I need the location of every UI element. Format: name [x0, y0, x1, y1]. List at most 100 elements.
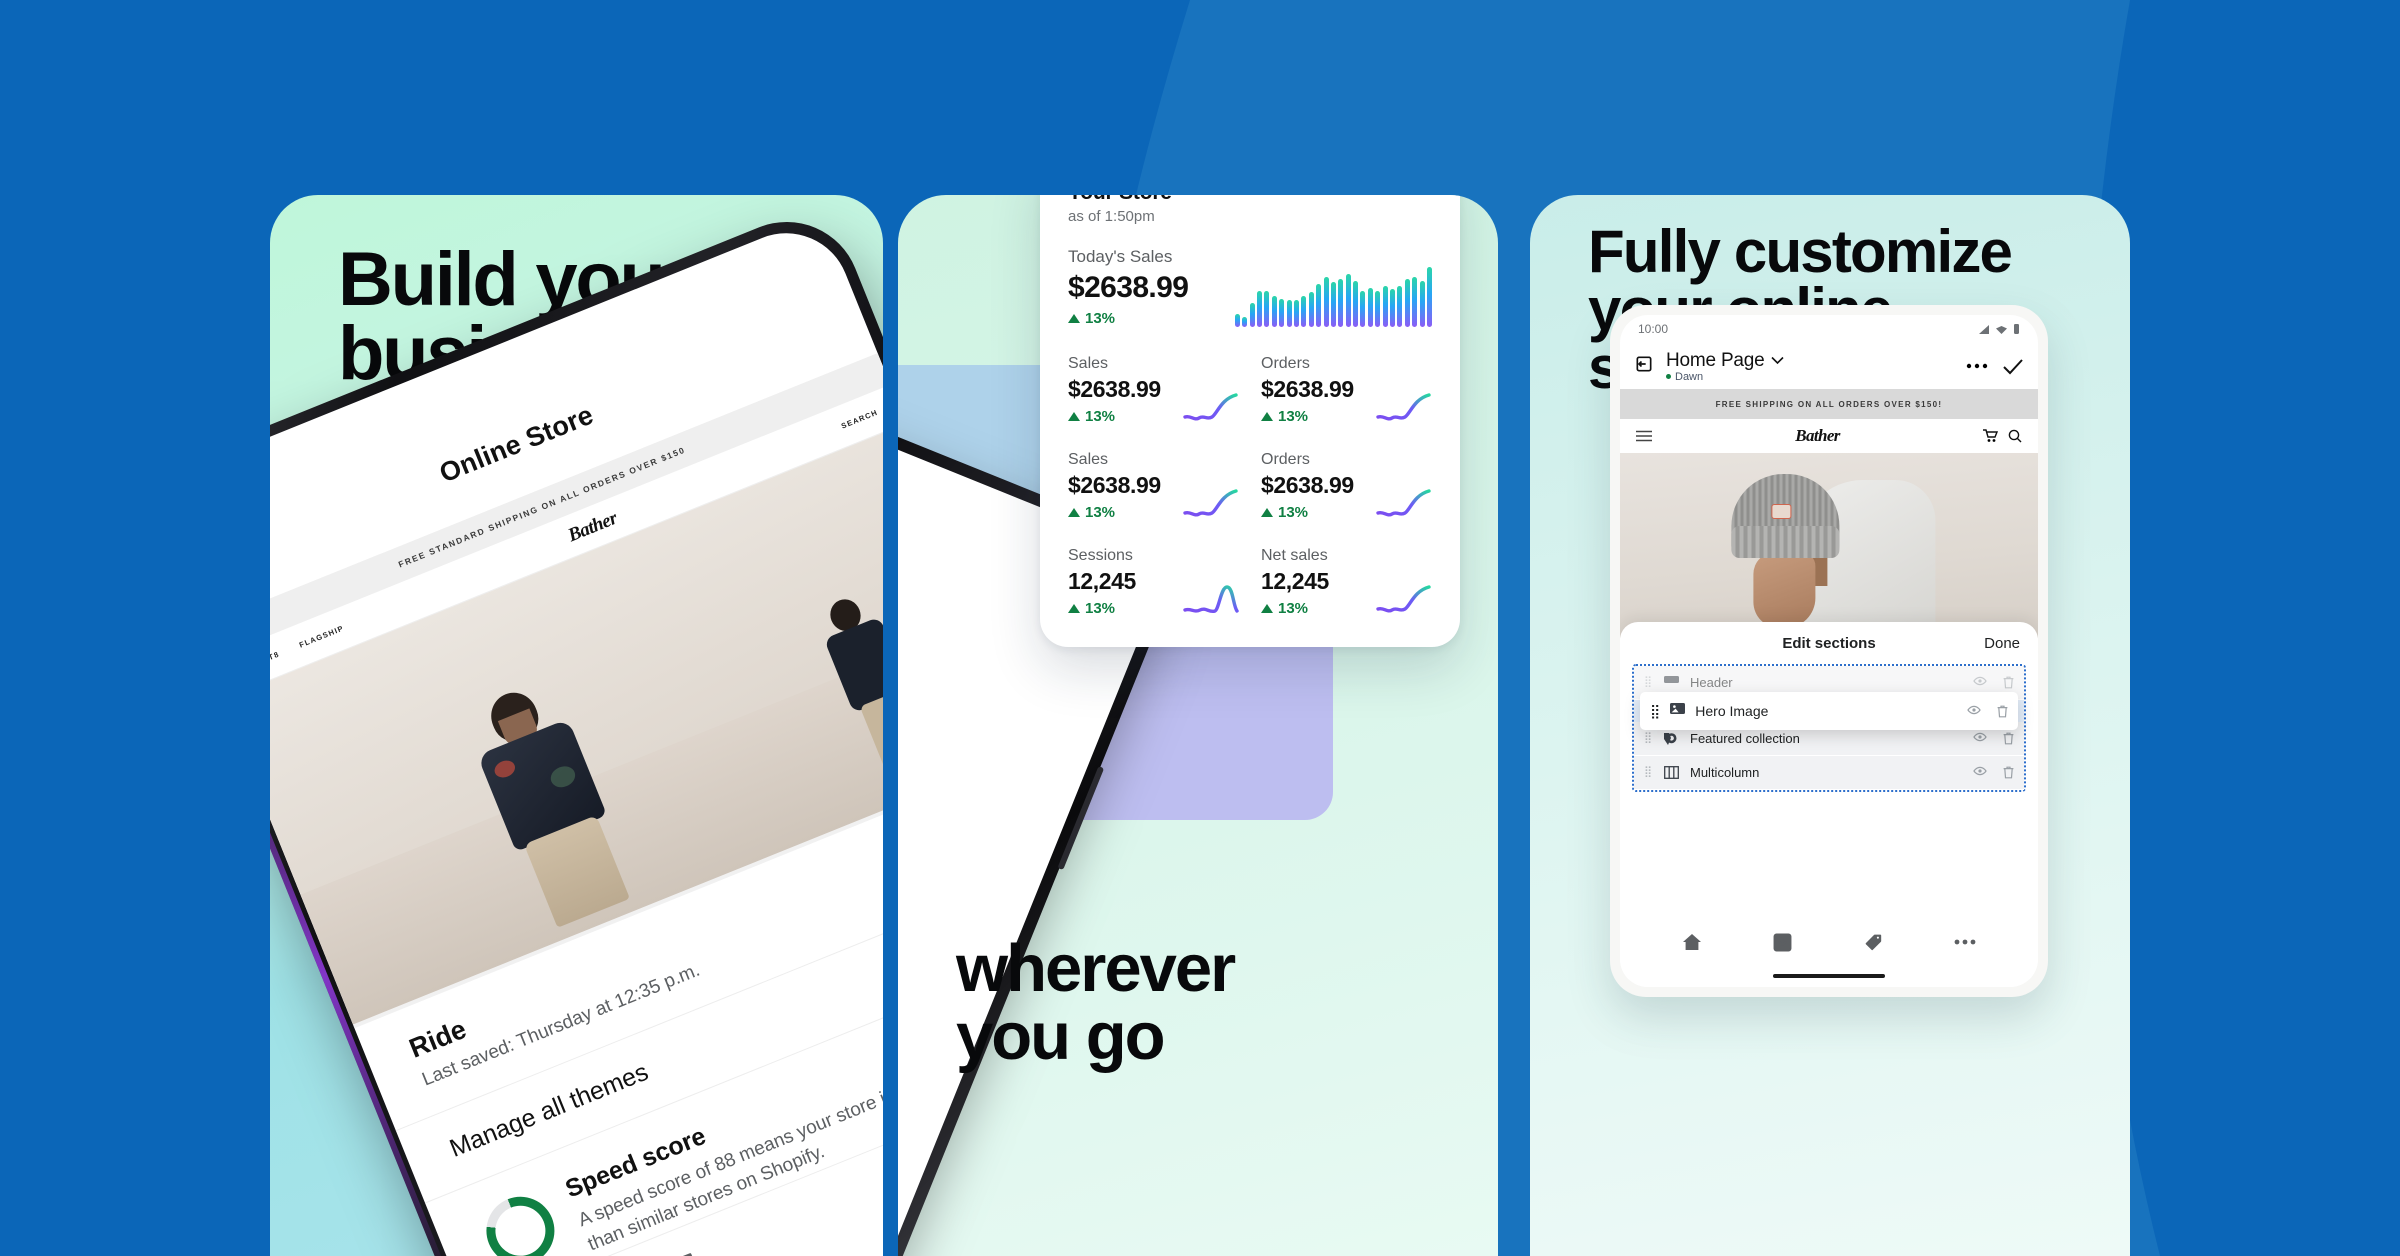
- bar-15: [1338, 279, 1344, 327]
- home-icon[interactable]: [1682, 933, 1702, 951]
- arrow-up-icon: [1261, 604, 1273, 613]
- signal-icon: [1979, 324, 1989, 334]
- products-icon[interactable]: [1863, 933, 1883, 951]
- todays-sales-label: Today's Sales: [1068, 247, 1173, 266]
- drag-handle[interactable]: ⣿: [1644, 677, 1652, 688]
- sparkline: [1376, 393, 1431, 421]
- image-icon: [1670, 702, 1686, 720]
- section-row[interactable]: ⣿ Multicolumn: [1634, 756, 2024, 790]
- metric-cell[interactable]: Orders $2638.99 13%: [1261, 451, 1432, 521]
- bar-6: [1271, 296, 1277, 327]
- bar-24: [1404, 279, 1410, 327]
- delta-value: 13%: [1085, 310, 1116, 327]
- trash-icon[interactable]: [2003, 732, 2014, 745]
- trash-icon[interactable]: [1997, 705, 2008, 718]
- section-row-dragging[interactable]: ⣿ Hero Image: [1640, 692, 2018, 730]
- sales-bar-chart: [1234, 257, 1432, 327]
- panel-fully-customize: Fully customize your online store 10:00: [1530, 195, 2130, 1256]
- arrow-up-icon: [1068, 604, 1080, 613]
- metric-cell[interactable]: Sales $2638.99 13%: [1068, 355, 1239, 425]
- sheet-title: Edit sections: [1782, 634, 1876, 652]
- orders-icon[interactable]: [1773, 933, 1792, 952]
- columns-icon: [1662, 766, 1680, 779]
- bar-20: [1375, 290, 1381, 327]
- drag-handle[interactable]: ⣿: [1644, 767, 1652, 778]
- store-nav-search[interactable]: SEARCH: [840, 408, 879, 431]
- bar-7: [1279, 299, 1285, 327]
- bar-10: [1301, 296, 1307, 327]
- panel2-headline: wherever you go: [956, 931, 1236, 1075]
- metric-label: Sessions: [1068, 547, 1133, 564]
- eye-icon[interactable]: [1973, 732, 1987, 742]
- bar-16: [1345, 273, 1351, 327]
- search-icon[interactable]: [2008, 429, 2022, 443]
- metric-label: Sales: [1068, 355, 1109, 372]
- exit-icon[interactable]: [1634, 354, 1654, 379]
- metric-delta: 13%: [1068, 504, 1161, 521]
- storefront-brand-logo: Bather: [1795, 426, 1840, 445]
- todays-sales-delta: 13%: [1068, 310, 1188, 327]
- eye-icon[interactable]: [1967, 705, 1981, 715]
- metric-cell[interactable]: Orders $2638.99 13%: [1261, 355, 1432, 425]
- eye-icon[interactable]: [1973, 676, 1987, 686]
- panel3-tab-bar[interactable]: [1620, 919, 2038, 965]
- metrics-grid: Sales $2638.99 13% Orders $2638.99 13% Sales $2…: [1068, 355, 1432, 617]
- cart-icon[interactable]: [1982, 429, 1998, 443]
- sections-list[interactable]: ⣿ Header ⣿ Hero Image ⣿ Featured collection ⣿ M…: [1632, 664, 2026, 792]
- arrow-up-icon: [1261, 508, 1273, 517]
- bar-2: [1242, 317, 1248, 327]
- drag-handle[interactable]: ⣿: [1650, 703, 1660, 720]
- metric-value: 12,245: [1261, 568, 1329, 594]
- bar-23: [1397, 286, 1403, 327]
- ellipsis-icon[interactable]: [1966, 363, 1988, 369]
- bar-8: [1286, 300, 1292, 327]
- metric-delta: 13%: [1261, 504, 1354, 521]
- metric-value: 12,245: [1068, 568, 1136, 594]
- delta-value: 13%: [1085, 408, 1116, 425]
- store-nav-link-2[interactable]: FLAGSHIP: [298, 623, 345, 649]
- sheet-header: Edit sections Done: [1620, 622, 2038, 664]
- bar-5: [1264, 290, 1270, 327]
- panel-wherever-you-go: Your Store as of 1:50pm Today's Sales $2…: [898, 195, 1498, 1256]
- metric-value: $2638.99: [1068, 472, 1161, 498]
- storefront-shipping-banner: FREE SHIPPING ON ALL ORDERS OVER $150!: [1620, 389, 2038, 419]
- arrow-up-icon: [1068, 508, 1080, 517]
- arrow-up-icon: [1068, 314, 1080, 323]
- bar-13: [1323, 276, 1329, 327]
- arrow-up-icon: [1261, 412, 1273, 421]
- bar-14: [1330, 282, 1336, 327]
- metric-label: Sales: [1068, 451, 1109, 468]
- theme-name: Dawn: [1675, 370, 1704, 383]
- metric-cell[interactable]: Sales $2638.99 13%: [1068, 451, 1239, 521]
- page-title: Home Page: [1666, 349, 1765, 371]
- store-nav-link-1[interactable]: #TOCHAT8: [270, 649, 281, 676]
- hero-model: [1709, 468, 1939, 638]
- bar-26: [1419, 280, 1425, 327]
- bar-19: [1367, 287, 1373, 327]
- chevron-down-icon[interactable]: [1770, 356, 1784, 365]
- tag-icon[interactable]: [661, 1247, 707, 1256]
- store-brand-logo: Bather: [564, 507, 620, 546]
- hamburger-icon[interactable]: [1636, 430, 1652, 442]
- checkmark-icon[interactable]: [2002, 358, 2024, 375]
- metric-cell[interactable]: Sessions 12,245 13%: [1068, 547, 1239, 617]
- bar-25: [1412, 276, 1418, 327]
- app-bar: Home Page Dawn: [1620, 343, 2038, 389]
- metric-value: $2638.99: [1068, 376, 1161, 402]
- phone-screen: 10:00 Home Page Dawn FREE SHIPPING ON AL…: [1620, 315, 2038, 987]
- status-bar: 10:00: [1620, 315, 2038, 343]
- wifi-icon: [1996, 325, 2007, 334]
- delta-value: 13%: [1085, 600, 1116, 617]
- trash-icon[interactable]: [2003, 766, 2014, 779]
- header-icon: [1662, 676, 1680, 689]
- done-button[interactable]: Done: [1984, 635, 2020, 652]
- drag-handle[interactable]: ⣿: [1644, 733, 1652, 744]
- section-label: Multicolumn: [1690, 765, 1760, 780]
- eye-icon[interactable]: [1973, 766, 1987, 776]
- metric-cell[interactable]: Net sales 12,245 13%: [1261, 547, 1432, 617]
- ellipsis-icon[interactable]: [1954, 939, 1976, 945]
- trash-icon[interactable]: [2003, 676, 2014, 689]
- panel-build-your-business: Build your business Online Store FREE ST…: [270, 195, 883, 1256]
- bar-1: [1234, 314, 1240, 327]
- metric-delta: 13%: [1261, 600, 1329, 617]
